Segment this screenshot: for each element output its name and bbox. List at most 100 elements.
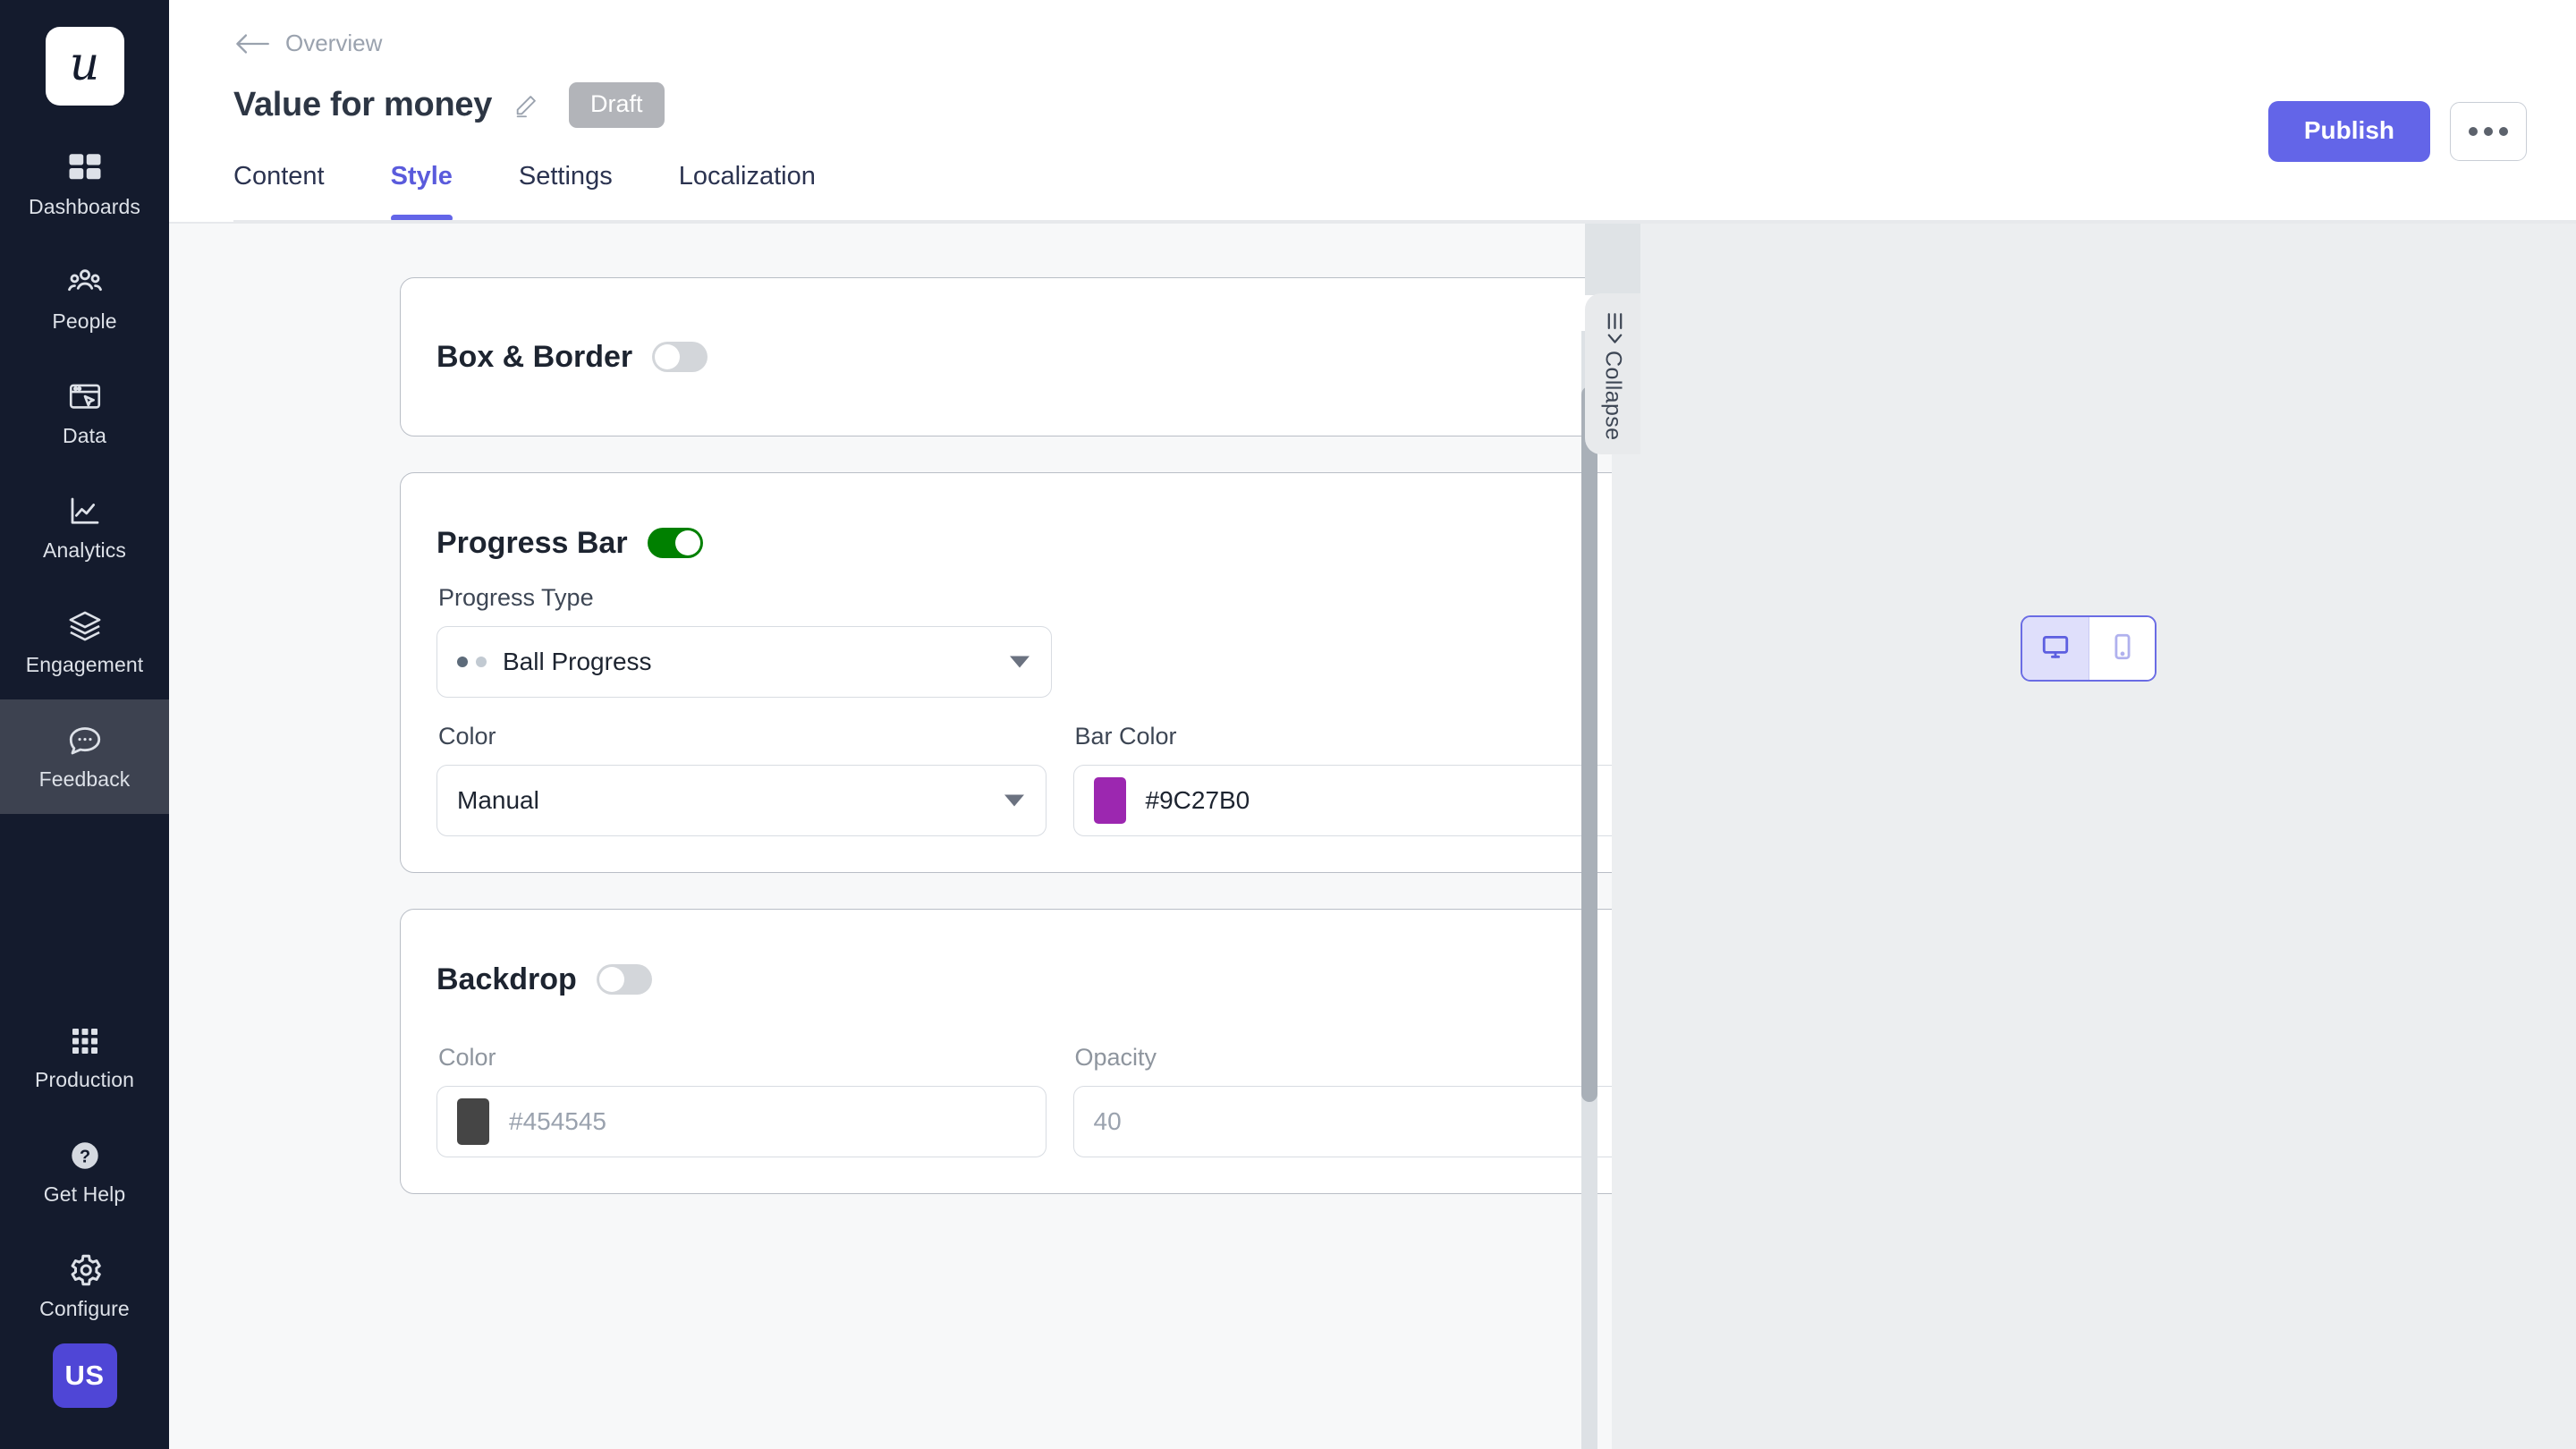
publish-button[interactable]: Publish [2268, 101, 2430, 162]
sidebar-item-feedback[interactable]: Feedback [0, 699, 169, 814]
backdrop-color-value: #454545 [509, 1107, 606, 1136]
engagement-icon [66, 607, 104, 645]
logo-glyph: u [70, 41, 100, 88]
progress-type-value: Ball Progress [503, 648, 652, 676]
box-and-border-toggle[interactable] [652, 342, 708, 372]
color-mode-select[interactable]: Manual [436, 765, 1046, 836]
svg-text:?: ? [79, 1148, 89, 1167]
field-bar-color: Bar Color #9C27B0 [1073, 723, 1613, 836]
page-title: Value for money [233, 86, 492, 124]
section-header: Backdrop [401, 910, 1612, 1008]
ball-progress-icon [457, 657, 487, 667]
people-icon [66, 264, 104, 301]
mobile-icon [2107, 631, 2138, 666]
scrollbar-thumb[interactable] [1581, 386, 1597, 1102]
ellipsis-icon [2469, 127, 2478, 136]
question-mark-icon: ? [66, 1137, 104, 1174]
backdrop-opacity-input[interactable]: 40 % [1073, 1086, 1613, 1157]
style-editor-pane: Box & Border Progress Bar [169, 222, 1612, 1449]
progress-bar-toggle[interactable] [648, 528, 703, 558]
backdrop-fields: Color #454545 Opacity 40 [401, 1008, 1612, 1157]
app-root: u Dashboards People Data [0, 0, 2576, 1449]
left-sidebar: u Dashboards People Data [0, 0, 169, 1449]
sidebar-item-data[interactable]: Data [0, 356, 169, 470]
field-backdrop-opacity: Opacity 40 % [1073, 1044, 1613, 1157]
collapse-panel-button[interactable]: Collapse [1585, 293, 1640, 454]
pencil-icon[interactable] [513, 93, 538, 118]
section-backdrop: Backdrop Color [400, 909, 1612, 1194]
avatar[interactable]: US [53, 1343, 117, 1408]
color-swatch[interactable] [1094, 777, 1126, 824]
primary-nav: Dashboards People Data Analytics [0, 127, 169, 814]
section-title: Box & Border [436, 340, 632, 375]
progress-type-select[interactable]: Ball Progress [436, 626, 1052, 698]
sidebar-item-get-help[interactable]: ? Get Help [0, 1114, 169, 1229]
feedback-icon [66, 722, 104, 759]
device-mobile-button[interactable] [2089, 617, 2155, 680]
sidebar-item-label: Get Help [44, 1182, 126, 1207]
backdrop-row: Color #454545 Opacity 40 [436, 1044, 1612, 1157]
color-mode-value: Manual [457, 786, 539, 815]
device-desktop-button[interactable] [2022, 617, 2089, 680]
gear-icon [66, 1251, 104, 1289]
backdrop-opacity-value: 40 [1094, 1107, 1122, 1136]
field-label: Bar Color [1075, 723, 1613, 750]
field-backdrop-color: Color #454545 [436, 1044, 1046, 1157]
ellipsis-icon [2484, 127, 2493, 136]
chevron-down-icon [1004, 795, 1024, 807]
sidebar-item-engagement[interactable]: Engagement [0, 585, 169, 699]
sidebar-item-label: Production [35, 1068, 134, 1092]
header-actions: Publish [2268, 101, 2527, 162]
collapse-label: Collapse [1600, 351, 1626, 440]
section-title: Progress Bar [436, 526, 628, 561]
sidebar-item-label: Feedback [39, 767, 131, 792]
sidebar-item-label: Engagement [26, 653, 143, 677]
field-label: Color [438, 723, 1046, 750]
main-area: Overview Value for money Draft Publish [169, 0, 2576, 1449]
toggle-knob [655, 344, 680, 369]
field-label: Progress Type [438, 584, 1612, 612]
editor-scrollbar[interactable] [1581, 331, 1597, 1449]
tab-content[interactable]: Content [233, 162, 325, 222]
breadcrumb-label: Overview [285, 30, 382, 57]
app-logo[interactable]: u [46, 27, 124, 106]
tab-style[interactable]: Style [391, 162, 453, 222]
section-title: Backdrop [436, 962, 577, 997]
sidebar-item-production[interactable]: Production [0, 1000, 169, 1114]
sidebar-item-label: People [52, 309, 116, 334]
title-row: Value for money Draft [233, 82, 2576, 128]
color-swatch[interactable] [457, 1098, 489, 1145]
top-bar: Overview Value for money Draft Publish [169, 0, 2576, 128]
field-label: Opacity [1075, 1044, 1613, 1072]
sidebar-item-analytics[interactable]: Analytics [0, 470, 169, 585]
field-color-mode: Color Manual [436, 723, 1046, 836]
dashboards-icon [66, 149, 104, 187]
section-header: Progress Bar [401, 473, 1612, 572]
toggle-knob [599, 967, 624, 992]
grid-icon [66, 1022, 104, 1060]
tab-settings[interactable]: Settings [519, 162, 613, 222]
toggle-knob [675, 530, 700, 555]
sidebar-item-configure[interactable]: Configure [0, 1229, 169, 1343]
field-progress-type: Progress Type Ball Progress [436, 584, 1612, 698]
back-arrow-icon [233, 32, 271, 55]
bar-color-value: #9C27B0 [1146, 786, 1250, 815]
backdrop-color-input[interactable]: #454545 [436, 1086, 1046, 1157]
desktop-icon [2040, 631, 2071, 666]
tab-bar: Content Style Settings Localization [233, 162, 2576, 222]
bar-color-input[interactable]: #9C27B0 [1073, 765, 1613, 836]
field-label: Color [438, 1044, 1046, 1072]
analytics-icon [66, 493, 104, 530]
sidebar-item-people[interactable]: People [0, 242, 169, 356]
secondary-nav: Production ? Get Help Configure US [0, 1000, 169, 1449]
tab-localization[interactable]: Localization [679, 162, 816, 222]
sidebar-item-dashboards[interactable]: Dashboards [0, 127, 169, 242]
sidebar-item-label: Analytics [43, 538, 126, 563]
menu-chevron-icon [1600, 312, 1625, 346]
breadcrumb[interactable]: Overview [233, 30, 412, 57]
sidebar-item-label: Dashboards [29, 195, 140, 219]
data-icon [66, 378, 104, 416]
more-options-button[interactable] [2450, 102, 2527, 161]
backdrop-toggle[interactable] [597, 964, 652, 995]
section-header: Box & Border [401, 278, 708, 436]
